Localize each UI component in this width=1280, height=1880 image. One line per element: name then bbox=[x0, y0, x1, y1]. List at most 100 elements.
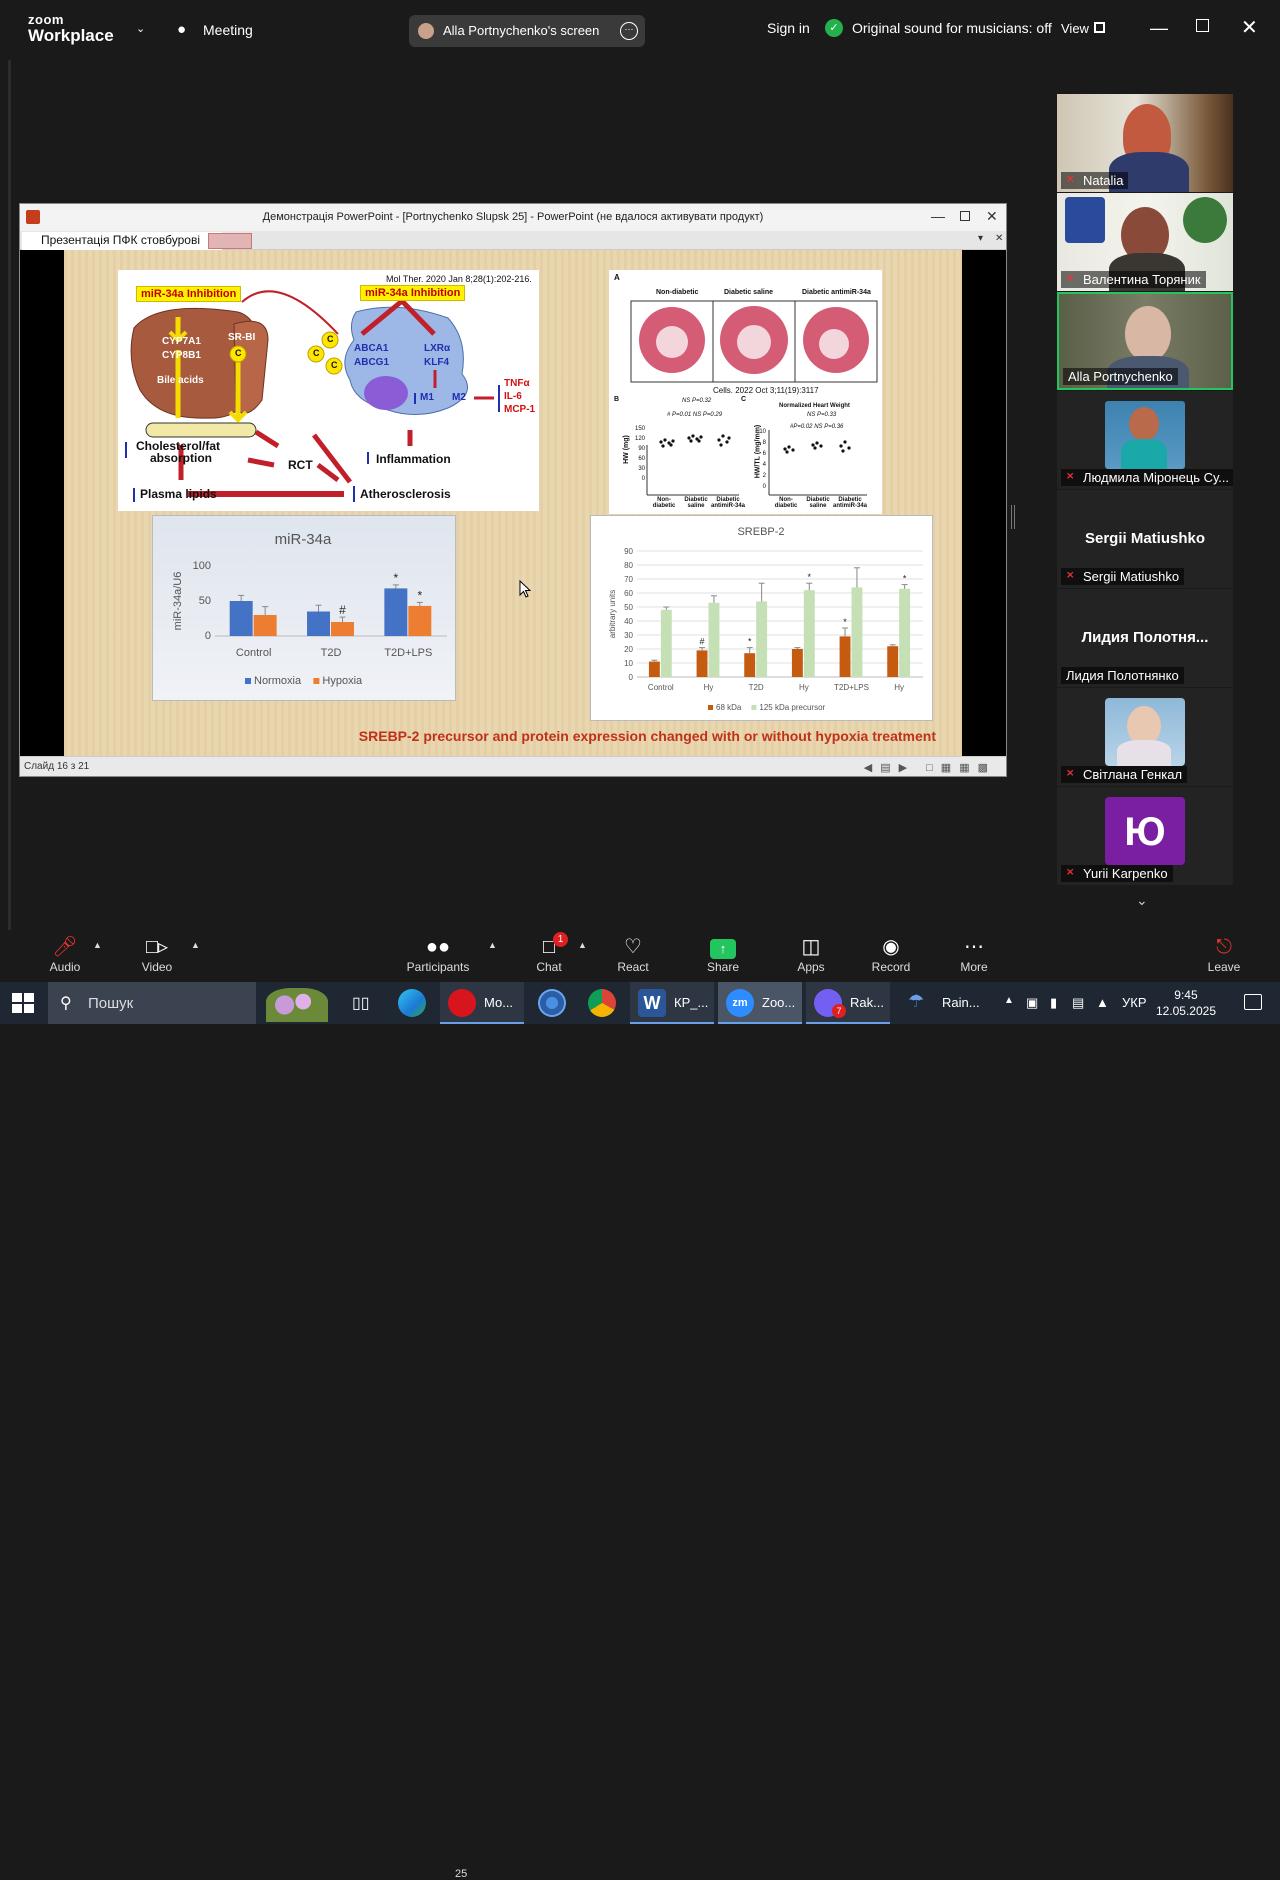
label-cyp7a1: CYP7A1 bbox=[162, 336, 201, 347]
participant-tile-alla-active-speaker[interactable]: Alla Portnychenko bbox=[1057, 292, 1233, 390]
legend-swatch bbox=[245, 678, 251, 684]
pathway-diagram-art bbox=[125, 290, 500, 502]
notifications-icon[interactable] bbox=[1244, 994, 1262, 1010]
screen-share-indicator[interactable]: Alla Portnychenko's screen ⋯ bbox=[409, 15, 645, 47]
audio-label: Audio bbox=[49, 960, 81, 974]
participants-button[interactable]: ●● Participants bbox=[402, 930, 474, 982]
x-category-label: Control bbox=[236, 647, 271, 659]
minimize-icon[interactable]: — bbox=[1150, 18, 1168, 39]
chat-button[interactable]: □ Chat bbox=[513, 930, 585, 982]
opera-label: Мо... bbox=[484, 995, 514, 1010]
inhibition-label-left: miR-34a Inhibition bbox=[136, 286, 242, 302]
participant-tile-valentyna[interactable]: ⨯ Валентина Торяник bbox=[1057, 193, 1233, 291]
leave-button[interactable]: ⎋ Leave bbox=[1188, 930, 1260, 982]
muted-mic-icon: ⨯ bbox=[1066, 471, 1075, 482]
record-button[interactable]: ◉ Record bbox=[855, 930, 927, 982]
label-c-4: C bbox=[331, 360, 338, 370]
bar-normoxia-0 bbox=[229, 601, 253, 636]
significance-marker: * bbox=[808, 572, 812, 582]
chart-b-x1: Non-diabetic bbox=[652, 497, 676, 509]
record-label: Record bbox=[871, 960, 911, 974]
view-grid-icon[interactable] bbox=[1094, 22, 1105, 33]
chart-c-p: #P=0.02 NS P=0.36 bbox=[790, 424, 844, 430]
participant-tile-lydia[interactable]: Лидия Полотня... Лидия Полотнянко bbox=[1057, 589, 1233, 687]
task-view-button[interactable]: ▯▯ bbox=[344, 982, 378, 1024]
participant-tile-svitlana[interactable]: ⨯ Світлана Генкал bbox=[1057, 688, 1233, 786]
audio-button[interactable]: 🎤︎ Audio bbox=[29, 930, 101, 982]
react-button[interactable]: ♡ React bbox=[597, 930, 669, 982]
ppt-maximize-icon[interactable] bbox=[960, 211, 970, 221]
microphone-icon[interactable]: ▮ bbox=[1050, 995, 1057, 1011]
ppt-close-icon[interactable]: ✕ bbox=[986, 208, 998, 225]
original-sound-toggle[interactable]: Original sound for musicians: off bbox=[852, 20, 1052, 36]
windows-start-icon[interactable] bbox=[12, 993, 34, 1013]
camera-icon[interactable]: ▣ bbox=[1026, 995, 1038, 1011]
tab-close-icon[interactable]: ✕ bbox=[995, 233, 1003, 244]
x-category-label: Hy bbox=[894, 683, 904, 692]
participant-big-name: Лидия Полотня... bbox=[1081, 629, 1209, 646]
legend-label: 68 kDa bbox=[716, 703, 742, 712]
windows-taskbar: ⚲ Пошук ▯▯ Мо... W КР_... zm Zoo... 7 Ra… bbox=[0, 982, 1280, 1024]
gallery-resize-handle[interactable] bbox=[1011, 505, 1015, 529]
more-button[interactable]: ⋯ More bbox=[938, 930, 1010, 982]
taskbar-chromium[interactable] bbox=[531, 982, 573, 1024]
apps-button[interactable]: ◫ Apps bbox=[775, 930, 847, 982]
video-button[interactable]: □▹ Video bbox=[121, 930, 193, 982]
share-screen-button[interactable]: ↑ Share bbox=[687, 930, 759, 982]
ppt-minimize-icon[interactable]: — bbox=[931, 208, 945, 224]
ppt-tab-presentation[interactable]: Презентація ПФК стовбурові bbox=[22, 232, 222, 250]
participants-icon: ●● bbox=[425, 936, 451, 958]
taskbar-chrome[interactable] bbox=[581, 982, 623, 1024]
taskbar-opera[interactable]: Мо... bbox=[440, 982, 524, 1024]
taskbar-search-box[interactable]: ⚲ Пошук bbox=[48, 982, 256, 1024]
label-c-3: C bbox=[313, 348, 320, 358]
taskbar-zoom[interactable]: zm Zoo... bbox=[718, 982, 802, 1024]
participant-tile-yurii[interactable]: Ю ⨯ Yurii Karpenko bbox=[1057, 787, 1233, 885]
audio-options-caret-icon[interactable]: ▲ bbox=[93, 940, 102, 950]
more-options-icon[interactable]: ⋯ bbox=[620, 22, 638, 40]
taskbar-weather[interactable]: ☂ Rain... bbox=[898, 982, 990, 1024]
sign-in-link[interactable]: Sign in bbox=[767, 20, 810, 36]
taskbar-viber[interactable]: 7 Rak... bbox=[806, 982, 890, 1024]
umbrella-rain-icon: ☂ bbox=[908, 991, 925, 1011]
taskbar-clock[interactable]: 9:45 12.05.2025 bbox=[1156, 987, 1216, 1019]
gallery-scroll-down-icon[interactable]: ⌄ bbox=[1136, 892, 1148, 909]
y-tick-label: 80 bbox=[624, 561, 633, 570]
chart-b-tick-4: 30 bbox=[638, 466, 645, 472]
x-category-label: Hy bbox=[704, 683, 714, 692]
keyboard-language[interactable]: УКР bbox=[1122, 995, 1147, 1010]
zoom-workplace-logo: zoom Workplace bbox=[28, 12, 114, 45]
meeting-menu[interactable]: Meeting bbox=[203, 22, 253, 38]
taskbar-word[interactable]: W КР_... bbox=[630, 982, 714, 1024]
slideshow-controls[interactable]: ◀▤▶ □▦▦▩ bbox=[864, 761, 996, 774]
video-options-caret-icon[interactable]: ▲ bbox=[191, 940, 200, 950]
participant-tile-liudmyla[interactable]: ⨯ Людмила Міронець Су... bbox=[1057, 391, 1233, 489]
tab-dropdown-icon[interactable]: ▾ bbox=[978, 233, 983, 244]
network-icon[interactable]: ▤ bbox=[1072, 995, 1084, 1011]
ppt-tab-second[interactable] bbox=[208, 233, 252, 249]
taskbar-edge[interactable] bbox=[392, 982, 432, 1024]
significance-marker: # bbox=[339, 603, 346, 617]
tray-expand-icon[interactable]: ▲ bbox=[1004, 995, 1014, 1006]
chat-bubble-icon: □ bbox=[542, 936, 556, 958]
significance-marker: * bbox=[748, 637, 752, 647]
significance-marker: * bbox=[903, 574, 907, 584]
bar-125-kda-precursor-4 bbox=[851, 587, 863, 677]
chart-c-x2: Diabetic saline bbox=[806, 497, 830, 509]
participant-tile-sergii[interactable]: Sergii Matiushko ⨯ Sergii Matiushko bbox=[1057, 490, 1233, 588]
close-icon[interactable]: ✕ bbox=[1241, 15, 1258, 40]
participants-caret-icon[interactable]: ▲ bbox=[488, 940, 497, 950]
label-tnf: TNFα bbox=[504, 378, 530, 389]
view-menu[interactable]: View bbox=[1061, 21, 1089, 36]
word-icon: W bbox=[638, 989, 666, 1017]
chat-caret-icon[interactable]: ▲ bbox=[578, 940, 587, 950]
participant-tile-natalia[interactable]: ⨯ Natalia bbox=[1057, 94, 1233, 192]
taskbar-flowers-widget[interactable] bbox=[262, 982, 332, 1024]
volume-icon[interactable]: ▲ bbox=[1096, 995, 1109, 1010]
maximize-icon[interactable] bbox=[1196, 19, 1209, 32]
search-placeholder: Пошук bbox=[88, 995, 134, 1012]
meeting-people-icon[interactable]: ●​ bbox=[177, 21, 186, 38]
inhibition-label-right: miR-34a Inhibition bbox=[360, 285, 466, 301]
chevron-down-icon[interactable]: ⌄ bbox=[136, 22, 145, 35]
share-label: Share bbox=[706, 960, 740, 974]
